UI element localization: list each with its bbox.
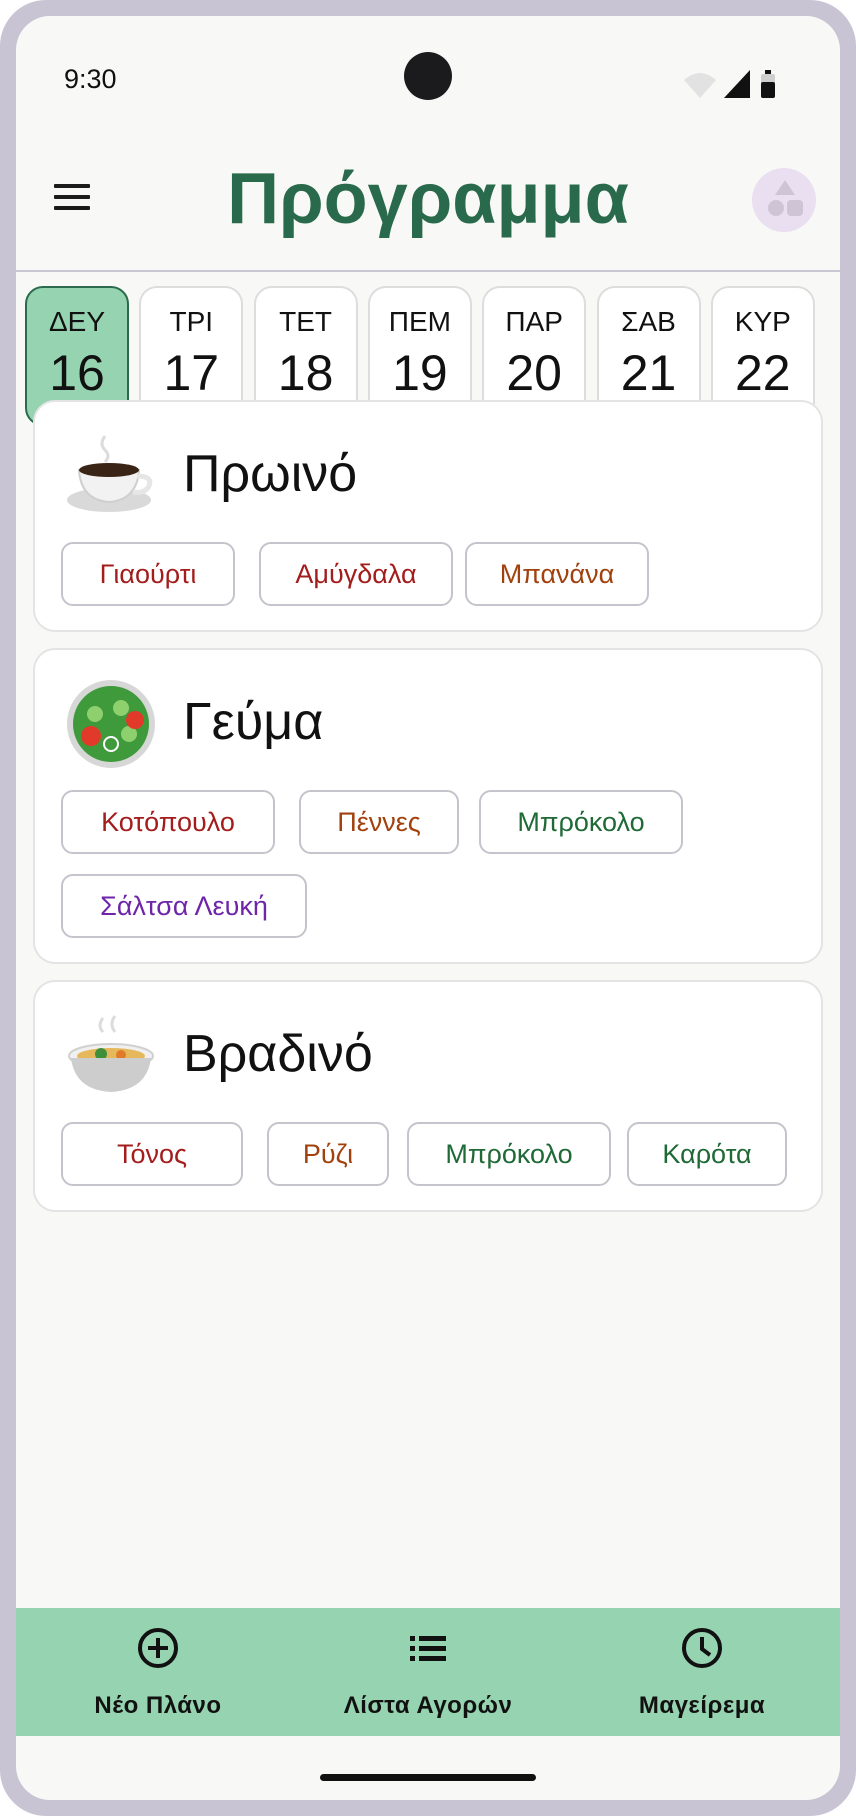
meal-card[interactable]: Πρωινό Γιαούρτι Αμύγδαλα Μπανάνα — [33, 400, 823, 632]
coffee-cup-icon — [65, 430, 157, 522]
food-chip[interactable]: Σάλτσα Λευκή — [61, 874, 307, 938]
meal-title: Πρωινό — [183, 445, 358, 503]
day-date: 21 — [620, 345, 677, 401]
food-chip[interactable]: Ρύζι — [267, 1122, 389, 1186]
nav-shopping-list[interactable]: Λίστα Αγορών — [308, 1608, 548, 1736]
add-circle-icon — [138, 1628, 178, 1668]
gesture-bar[interactable] — [320, 1774, 536, 1781]
wifi-icon — [684, 73, 716, 98]
nav-label: Νέο Πλάνο — [94, 1692, 222, 1719]
day-date: 20 — [506, 345, 562, 401]
soup-bowl-icon — [65, 1010, 157, 1102]
avatar[interactable] — [752, 168, 816, 232]
menu-icon[interactable] — [50, 176, 94, 220]
day-name: ΤΕΤ — [279, 306, 333, 337]
nav-new-plan[interactable]: Νέο Πλάνο — [38, 1608, 278, 1736]
device-frame: 9:30 Πρόγραμμα ΔΕΥ 16 ΤΡΙ 17 ΤΕΤ 18 ΠΕΜ 19 ΠΑΡ 2 — [0, 0, 856, 1816]
food-chip[interactable]: Αμύγδαλα — [259, 542, 453, 606]
battery-icon — [761, 70, 775, 98]
food-chip[interactable]: Γιαούρτι — [61, 542, 235, 606]
top-app-bar: Πρόγραμμα — [16, 128, 840, 272]
meal-card[interactable]: Γεύμα Κοτόπουλο Πέννες Μπρόκολο Σάλτσα Λευκή — [33, 648, 823, 964]
food-chip[interactable]: Καρότα — [627, 1122, 787, 1186]
salad-icon — [65, 678, 157, 770]
day-date: 17 — [163, 345, 220, 401]
phone-screen: 9:30 Πρόγραμμα ΔΕΥ 16 ΤΡΙ 17 ΤΕΤ 18 ΠΕΜ 19 ΠΑΡ 2 — [16, 16, 840, 1800]
day-date: 18 — [277, 345, 334, 401]
meal-title: Βραδινό — [183, 1025, 373, 1083]
food-chip[interactable]: Πέννες — [299, 790, 459, 854]
meal-title: Γεύμα — [183, 693, 324, 751]
page-title: Πρόγραμμα — [227, 159, 629, 239]
day-date: 22 — [734, 345, 791, 401]
bottom-navigation: Νέο Πλάνο Λίστα Αγορών Μαγείρεμα — [16, 1608, 840, 1736]
status-icons — [684, 70, 775, 98]
day-name: ΠΑΡ — [505, 306, 563, 337]
day-name: ΣΑΒ — [621, 306, 676, 337]
profile-shapes-icon — [768, 180, 803, 216]
day-date: 16 — [49, 345, 105, 401]
clock-icon — [682, 1628, 722, 1668]
signal-icon — [724, 70, 750, 98]
meal-card[interactable]: Βραδινό Τόνος Ρύζι Μπρόκολο Καρότα — [33, 980, 823, 1212]
food-chip[interactable]: Μπρόκολο — [479, 790, 683, 854]
food-chip[interactable]: Μπανάνα — [465, 542, 649, 606]
day-name: ΤΡΙ — [169, 306, 214, 337]
day-name: ΚΥΡ — [734, 306, 791, 337]
food-chip[interactable]: Μπρόκολο — [407, 1122, 611, 1186]
nav-cooking[interactable]: Μαγείρεμα — [582, 1608, 822, 1736]
list-icon — [410, 1636, 446, 1661]
nav-label: Λίστα Αγορών — [343, 1692, 513, 1719]
nav-label: Μαγείρεμα — [638, 1692, 766, 1719]
status-bar: 9:30 — [16, 16, 840, 116]
status-time: 9:30 — [64, 64, 117, 94]
food-chip[interactable]: Κοτόπουλο — [61, 790, 275, 854]
day-name: ΠΕΜ — [388, 306, 451, 337]
day-name: ΔΕΥ — [48, 306, 106, 337]
food-chip[interactable]: Τόνος — [61, 1122, 243, 1186]
day-date: 19 — [392, 345, 448, 401]
front-camera — [404, 52, 452, 100]
